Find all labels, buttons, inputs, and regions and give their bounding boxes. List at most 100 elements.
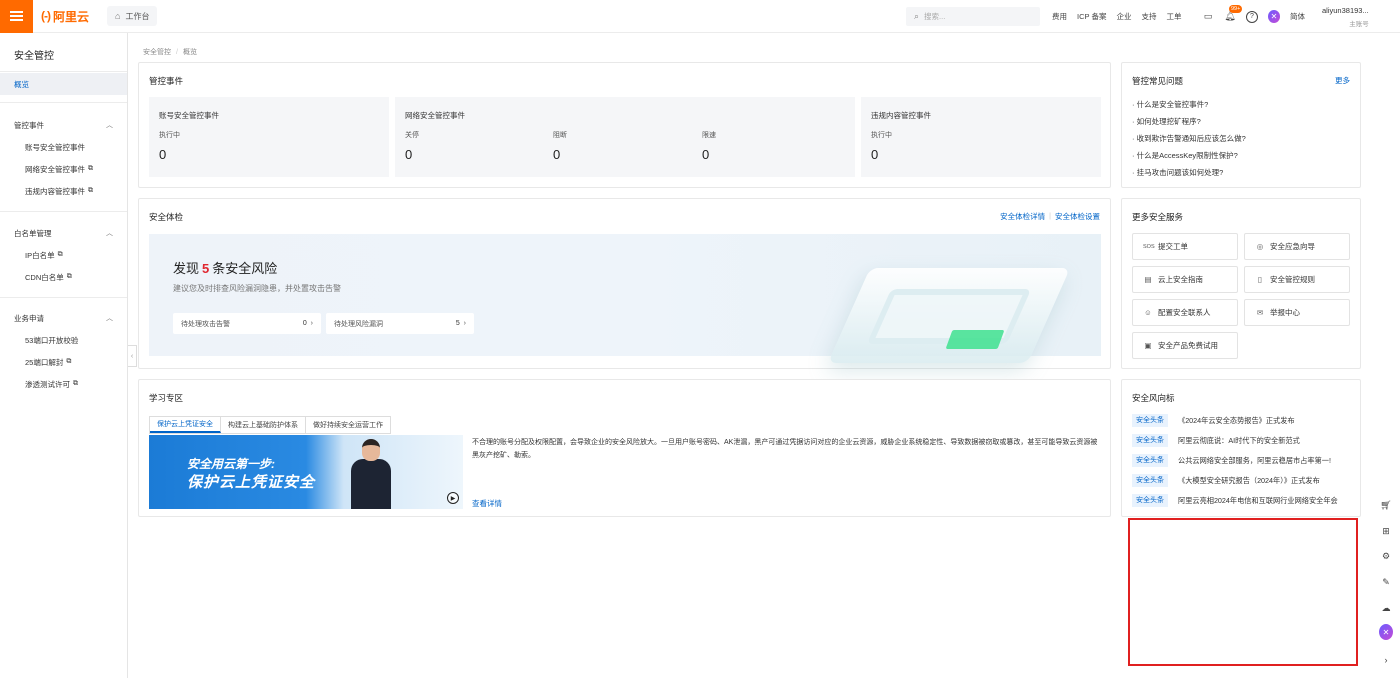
check-detail-link[interactable]: 安全体检详情 <box>1000 211 1045 222</box>
risk-headline: 发现 5 条安全风险 <box>173 261 278 276</box>
external-link-icon: ⧉ <box>88 165 93 172</box>
terminal-icon[interactable]: ▭ <box>1202 11 1214 23</box>
divider <box>0 211 127 212</box>
link-separator: | <box>1049 213 1051 220</box>
sidebar-item-label: IP白名单 <box>25 250 55 260</box>
pending-vuln-button[interactable]: 待处理风险漏洞 5 › <box>326 313 474 334</box>
assistant-icon[interactable]: ✕ <box>1379 624 1393 640</box>
sidebar-item-network-events[interactable]: 网络安全管控事件 ⧉ <box>0 158 127 180</box>
sidebar-item-cdn-whitelist[interactable]: CDN白名单 ⧉ <box>0 266 127 288</box>
sidebar-group-label: 管控事件 <box>14 120 44 130</box>
account-events-panel[interactable]: 账号安全管控事件 执行中 0 <box>149 97 389 177</box>
learning-video[interactable]: 安全用云第一步: 保护云上凭证安全 ▶ <box>149 435 463 509</box>
news-item[interactable]: 安全头条 阿里云亮相2024年电信和互联网行业网络安全年会 <box>1132 494 1338 507</box>
news-item[interactable]: 安全头条 公共云网络安全部服务，阿里云稳居市占率第一! <box>1132 454 1331 467</box>
faq-item[interactable]: · 挂马攻击问题该如何处理? <box>1132 167 1223 178</box>
sidebar-item-label: 网络安全管控事件 <box>25 164 85 174</box>
chevron-up-icon: ︿ <box>106 315 113 322</box>
faq-item[interactable]: · 如何处理挖矿程序? <box>1132 116 1201 127</box>
faq-item[interactable]: · 收到欺诈告警通知后应该怎么做? <box>1132 133 1246 144</box>
search-icon: ⌕ <box>914 11 920 21</box>
security-guide-button[interactable]: ▤ 云上安全指南 <box>1132 266 1238 293</box>
sidebar-item-label: 25端口解封 <box>25 357 64 367</box>
network-shutdown-label: 关停 <box>405 132 419 139</box>
sidebar-item-account-events[interactable]: 账号安全管控事件 <box>0 136 127 158</box>
sidebar-group-events[interactable]: 管控事件 ︿ <box>0 114 127 136</box>
faq-item[interactable]: · 什么是安全管控事件? <box>1132 99 1208 110</box>
content-events-title: 违规内容管控事件 <box>871 111 931 120</box>
home-icon: ⌂ <box>115 11 121 21</box>
sidebar-item-pentest[interactable]: 渗透测试许可 ⧉ <box>0 373 127 395</box>
sidebar-item-content-events[interactable]: 违规内容管控事件 ⧉ <box>0 180 127 202</box>
video-title-line2: 保护云上凭证安全 <box>187 474 316 491</box>
divider <box>0 71 127 72</box>
cloud-download-icon[interactable]: ☁ <box>1379 601 1393 615</box>
news-tag: 安全头条 <box>1132 474 1168 487</box>
menu-button[interactable] <box>0 0 33 33</box>
events-card: 管控事件 账号安全管控事件 执行中 0 网络安全管控事件 关停 0 阻断 0 限… <box>138 62 1111 188</box>
news-item[interactable]: 安全头条 《大模型安全研究报告（2024年）》正式发布 <box>1132 474 1320 487</box>
sidebar-item-port25[interactable]: 25端口解封 ⧉ <box>0 351 127 373</box>
brand-logo[interactable]: (-) 阿里云 <box>41 8 89 25</box>
sidebar-item-overview[interactable]: 概览 <box>0 73 127 95</box>
bell-icon[interactable]: 🔔︎ 99+ <box>1224 4 1243 23</box>
faq-title: 管控常见问题 <box>1132 76 1184 86</box>
submit-ticket-button[interactable]: SOS 提交工单 <box>1132 233 1238 260</box>
help-icon[interactable]: ? <box>1246 10 1258 23</box>
top-icons: ▭ 🔔︎ 99+ ? ✕ 简体 <box>1202 0 1317 33</box>
workbench-button[interactable]: ⌂ 工作台 <box>107 6 158 26</box>
pending-vuln-label: 待处理风险漏洞 <box>334 320 383 328</box>
free-trial-button[interactable]: ▣ 安全产品免费试用 <box>1132 332 1238 359</box>
chevron-right-icon[interactable]: › <box>1379 653 1393 667</box>
language-switch[interactable]: 简体 <box>1290 11 1305 22</box>
layout-icon[interactable]: ⊞ <box>1379 524 1393 538</box>
external-link-icon: ⧉ <box>73 380 78 387</box>
news-item[interactable]: 安全头条 《2024年云安全态势报告》正式发布 <box>1132 414 1295 427</box>
check-settings-link[interactable]: 安全体检设置 <box>1055 211 1100 222</box>
link-fees[interactable]: 费用 <box>1052 11 1067 22</box>
faq-item[interactable]: · 什么是AccessKey限制性保护? <box>1132 150 1238 161</box>
breadcrumb-item[interactable]: 安全管控 <box>143 49 171 56</box>
sidebar-collapse-button[interactable]: ‹ <box>128 345 137 367</box>
edit-icon[interactable]: ✎ <box>1379 575 1393 589</box>
play-icon[interactable]: ▶ <box>447 492 459 504</box>
pending-attack-button[interactable]: 待处理攻击告警 0 › <box>173 313 321 334</box>
link-icp[interactable]: ICP 备案 <box>1077 11 1106 22</box>
network-block-label: 阻断 <box>553 132 567 139</box>
news-item[interactable]: 安全头条 阿里云彻底说：AI时代下的安全新范式 <box>1132 434 1300 447</box>
link-enterprise[interactable]: 企业 <box>1116 11 1131 22</box>
view-details-link[interactable]: 查看详情 <box>472 498 502 509</box>
control-rules-button[interactable]: ▯ 安全管控规则 <box>1244 266 1350 293</box>
sidebar-title: 安全管控 <box>14 51 54 62</box>
account-events-value: 0 <box>159 147 167 162</box>
sidebar-item-ip-whitelist[interactable]: IP白名单 ⧉ <box>0 244 127 266</box>
chevron-up-icon: ︿ <box>106 122 113 129</box>
sidebar-item-label: 53端口开放校验 <box>25 335 79 345</box>
sidebar-group-applications[interactable]: 业务申请 ︿ <box>0 307 127 329</box>
security-contact-button[interactable]: ☺ 配置安全联系人 <box>1132 299 1238 326</box>
search-input[interactable]: ⌕ 搜索... <box>906 7 1040 26</box>
faq-more-link[interactable]: 更多 <box>1335 75 1350 86</box>
book-icon: ▤ <box>1144 275 1152 284</box>
chevron-up-icon: ︿ <box>106 230 113 237</box>
service-label: 举报中心 <box>1270 308 1300 317</box>
sidebar-item-label: 账号安全管控事件 <box>25 142 85 152</box>
tab-continuous-operation[interactable]: 做好持续安全运营工作 <box>306 417 390 433</box>
tab-credential-security[interactable]: 保护云上凭证安全 <box>150 417 221 433</box>
emergency-guide-button[interactable]: ◎ 安全应急向导 <box>1244 233 1350 260</box>
content-events-panel[interactable]: 违规内容管控事件 执行中 0 <box>861 97 1101 177</box>
tab-basic-protection[interactable]: 构建云上基础防护体系 <box>221 417 306 433</box>
gear-icon[interactable]: ⚙ <box>1379 549 1393 563</box>
workbench-label: 工作台 <box>125 11 150 21</box>
sidebar-item-port53[interactable]: 53端口开放校验 <box>0 329 127 351</box>
assistant-icon[interactable]: ✕ <box>1268 10 1280 23</box>
network-events-panel[interactable]: 网络安全管控事件 关停 0 阻断 0 限速 0 <box>395 97 855 177</box>
link-support[interactable]: 支持 <box>1141 11 1156 22</box>
user-menu[interactable]: aliyun38193... 主账号 <box>1322 6 1369 28</box>
news-headline: 《2024年云安全态势报告》正式发布 <box>1178 415 1295 425</box>
breadcrumb-current: 概览 <box>182 49 197 56</box>
cart-icon[interactable]: 🛒︎ <box>1379 498 1393 512</box>
report-center-button[interactable]: ✉ 举报中心 <box>1244 299 1350 326</box>
link-ticket[interactable]: 工单 <box>1166 11 1181 22</box>
sidebar-group-whitelist[interactable]: 白名单管理 ︿ <box>0 222 127 244</box>
